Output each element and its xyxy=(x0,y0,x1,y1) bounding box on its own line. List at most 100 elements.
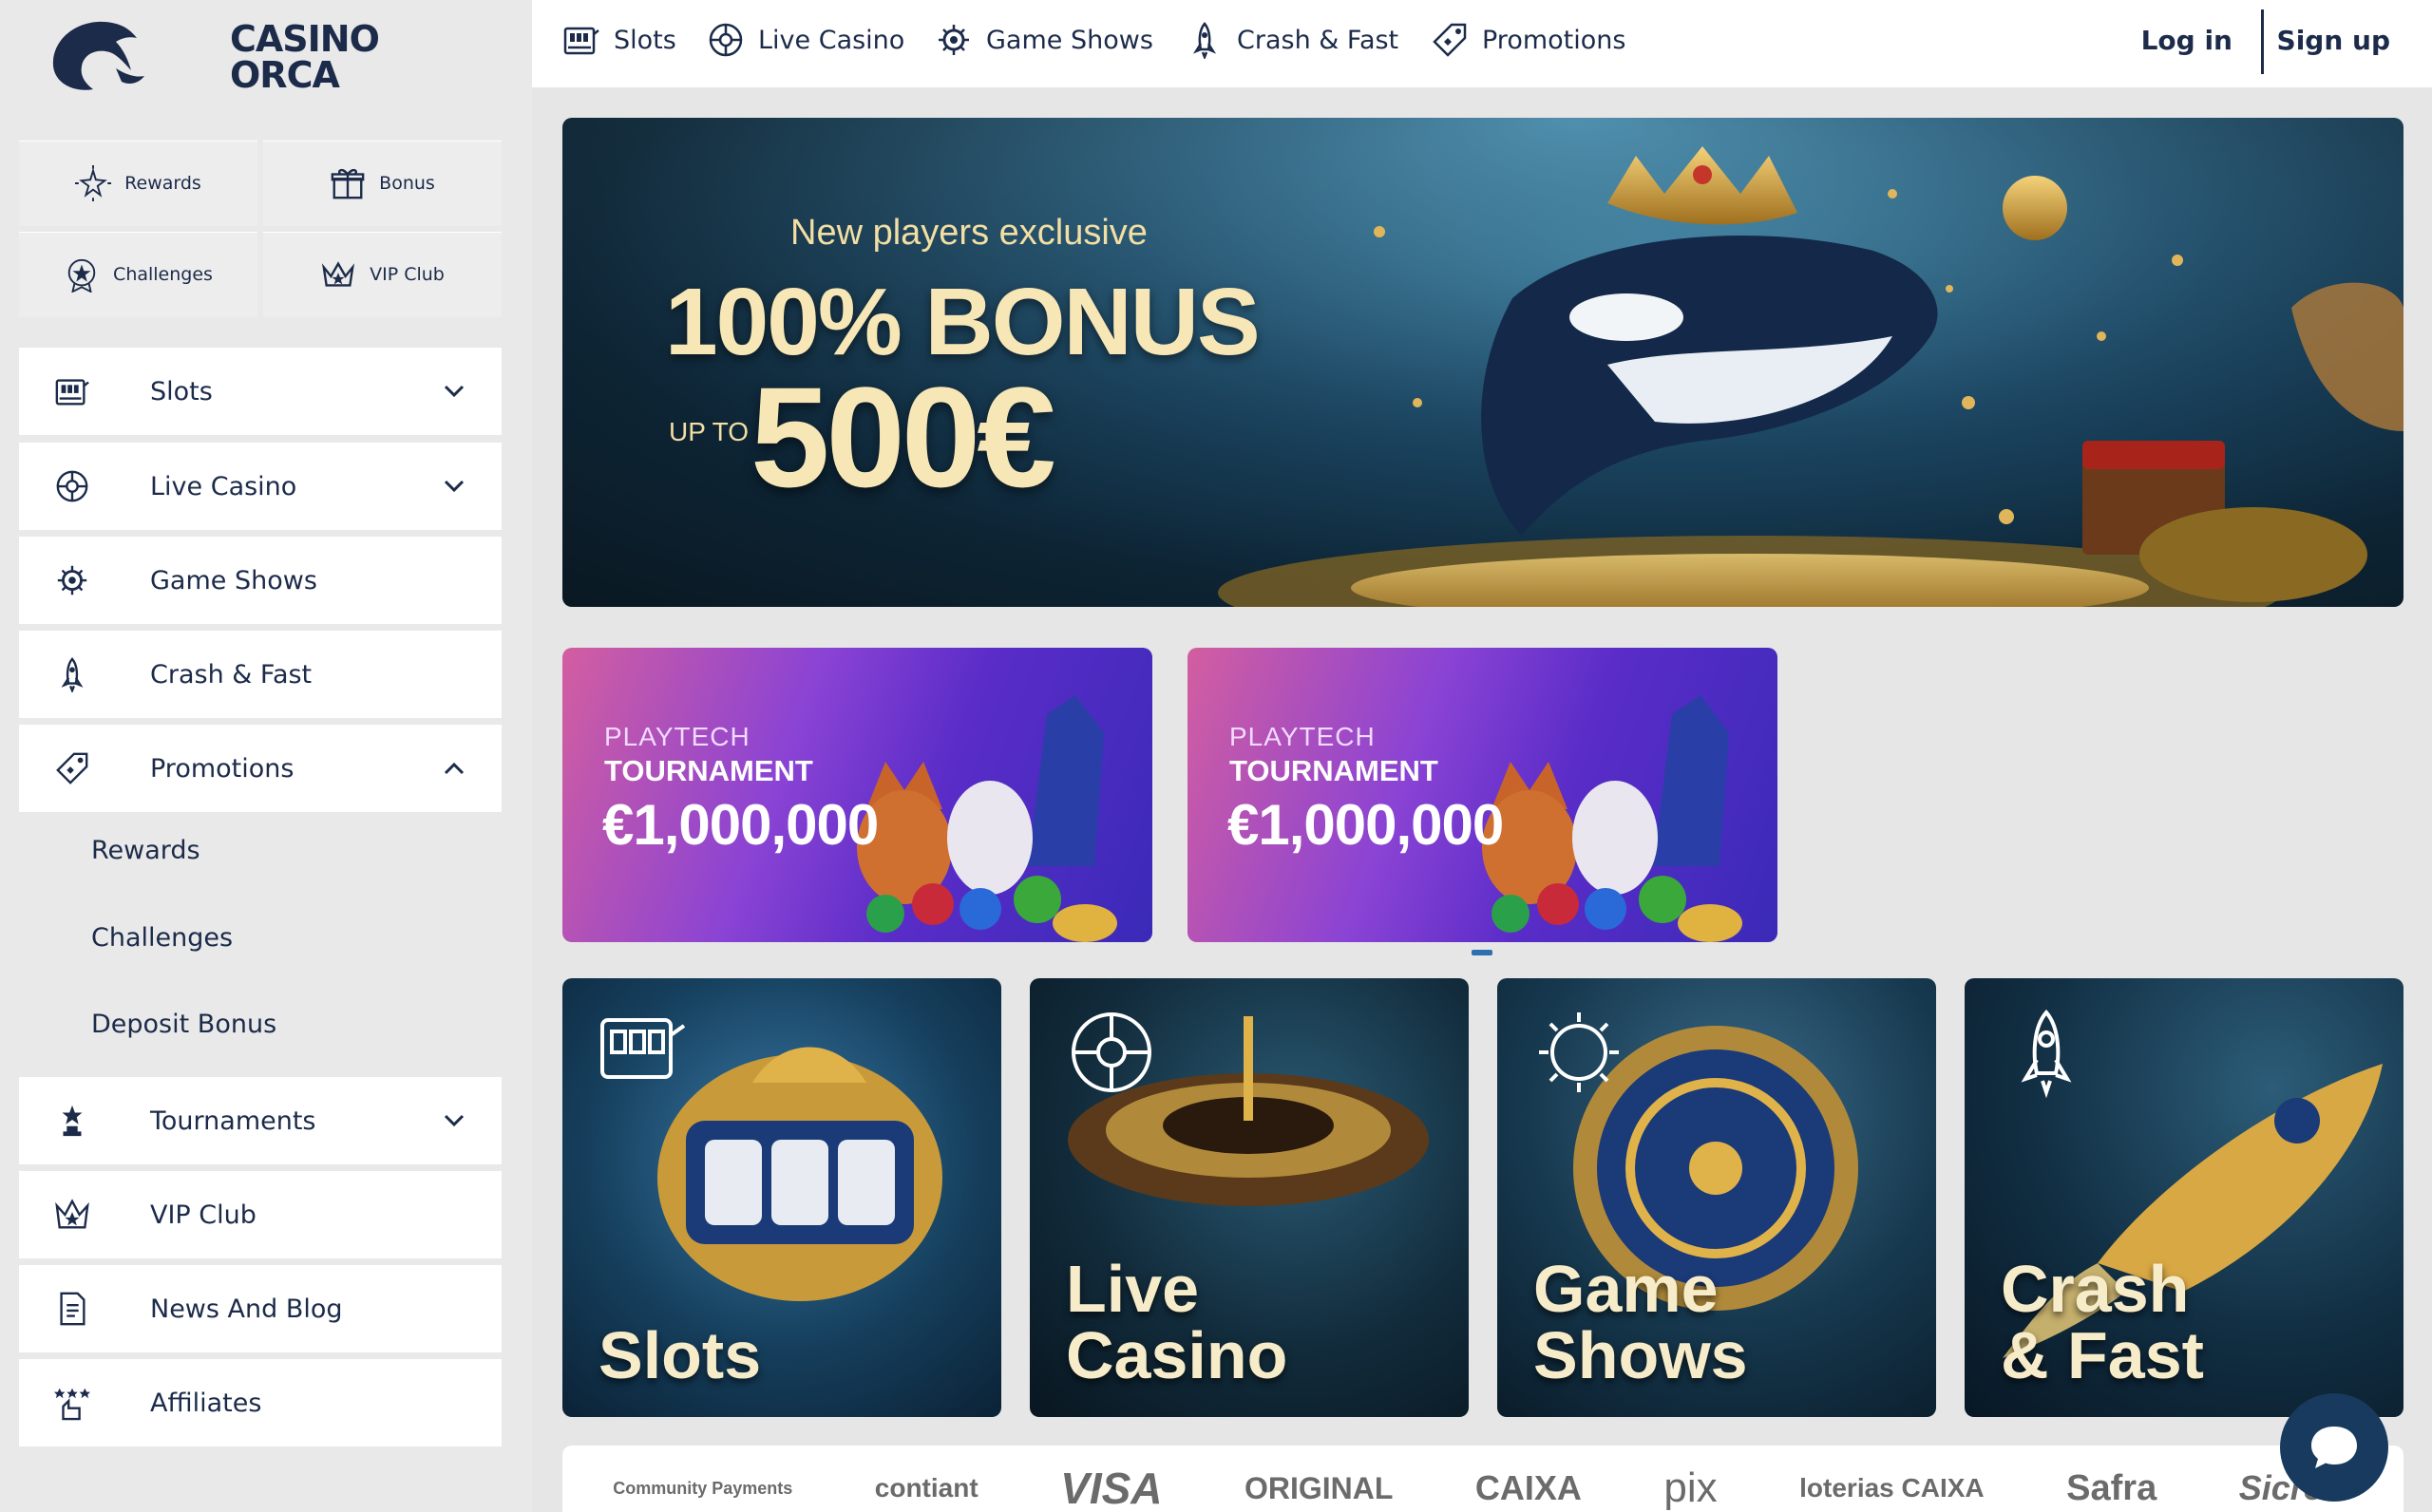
slot-machine-icon-wrap xyxy=(48,367,97,416)
payment-logo-visa: VISA xyxy=(1060,1464,1163,1512)
prize-wheel-icon xyxy=(57,565,87,595)
gift-icon xyxy=(331,168,365,199)
rocket-icon xyxy=(61,657,84,692)
sidebar-item-promotions[interactable]: Promotions xyxy=(19,725,502,812)
slot-machine-icon xyxy=(600,1018,686,1079)
signup-button[interactable]: Sign up xyxy=(2277,25,2390,56)
trophy-icon-wrap xyxy=(48,1096,97,1145)
category-tile-game-shows[interactable]: Game Shows xyxy=(1497,978,1936,1417)
sidebar-item-label: Slots xyxy=(150,376,213,406)
brand-name: CASINO ORCA xyxy=(230,18,380,96)
topnav-label: Crash & Fast xyxy=(1237,25,1399,55)
tournament-brand: PLAYTECH xyxy=(604,722,750,751)
sidebar-item-vip-club[interactable]: VIP Club xyxy=(19,1171,502,1258)
topnav-slots[interactable]: Slots xyxy=(562,21,676,59)
tournament-prize: €1,000,000 xyxy=(1227,793,1504,857)
payment-logo-safra: Safra xyxy=(2066,1467,2157,1508)
chevron-down-icon[interactable] xyxy=(441,473,467,500)
quick-link-label: VIP Club xyxy=(370,264,445,285)
rocket-icon-wrap xyxy=(48,650,97,699)
sidebar-item-label: Tournaments xyxy=(150,1106,316,1136)
sidebar-item-label: News And Blog xyxy=(150,1294,343,1324)
topnav-game-shows[interactable]: Game Shows xyxy=(935,21,1153,59)
wheel-icon-wrap xyxy=(48,556,97,605)
tournament-brand: PLAYTECH xyxy=(1229,722,1376,751)
payment-logo-caixa: CAIXA xyxy=(1474,1468,1582,1507)
sidebar-item-news-blog[interactable]: News And Blog xyxy=(19,1265,502,1352)
payment-logo-original: ORIGINAL xyxy=(1244,1470,1394,1505)
category-tile-crash-fast[interactable]: Crash & Fast xyxy=(1965,978,2404,1417)
tournament-title: TOURNAMENT xyxy=(604,754,813,787)
sidebar-item-crash-fast[interactable]: Crash & Fast xyxy=(19,631,502,718)
quick-link-rewards[interactable]: Rewards xyxy=(19,141,257,226)
carousel-indicator[interactable] xyxy=(1472,950,1492,955)
login-button[interactable]: Log in xyxy=(2141,25,2232,56)
trophy-star-icon xyxy=(62,1105,83,1137)
chat-bubble-icon xyxy=(2311,1427,2357,1468)
sidebar-item-label: Live Casino xyxy=(150,471,297,501)
quick-link-vip-club[interactable]: VIP Club xyxy=(263,232,502,317)
document-icon-wrap xyxy=(48,1284,97,1333)
affiliates-icon-wrap xyxy=(48,1378,97,1427)
category-tile-live-casino[interactable]: Live Casino xyxy=(1030,978,1469,1417)
category-tile-slots[interactable]: Slots xyxy=(562,978,1001,1417)
crown-icon xyxy=(55,1199,89,1229)
category-label: Crash & Fast xyxy=(2001,1252,2204,1392)
quick-link-challenges[interactable]: Challenges xyxy=(19,232,257,317)
topnav-label: Live Casino xyxy=(758,25,905,55)
sidebar-item-affiliates[interactable]: Affiliates xyxy=(19,1359,502,1446)
sidebar-item-game-shows[interactable]: Game Shows xyxy=(19,537,502,624)
tag-icon-wrap xyxy=(48,744,97,793)
star-burst-icon xyxy=(75,165,112,201)
payment-logo-loterias: loterias CAIXA xyxy=(1799,1473,1985,1503)
sidebar-subitem-rewards[interactable]: Rewards xyxy=(91,836,200,865)
hero-subtitle: New players exclusive xyxy=(790,213,1148,253)
roulette-icon xyxy=(709,23,743,57)
payment-logo-community-payments: Community Payments xyxy=(613,1478,793,1498)
sidebar-subitem-challenges[interactable]: Challenges xyxy=(91,923,233,953)
promo-tag-icon xyxy=(56,752,88,784)
sidebar-item-label: Crash & Fast xyxy=(150,659,313,690)
rocket-icon xyxy=(2021,1009,2072,1098)
hero-upto: UP TO xyxy=(669,417,750,446)
crown-icon xyxy=(322,261,355,287)
quick-link-bonus[interactable]: Bonus xyxy=(263,141,502,226)
tournament-banner-2[interactable]: PLAYTECH TOURNAMENT €1,000,000 xyxy=(1188,648,1777,942)
category-label: Live Casino xyxy=(1066,1252,1288,1392)
payment-logo-pix: pix xyxy=(1663,1465,1718,1511)
sidebar-subitem-deposit-bonus[interactable]: Deposit Bonus xyxy=(91,1010,276,1039)
win-badge-icon xyxy=(1539,1012,1619,1092)
tournament-prize: €1,000,000 xyxy=(602,793,879,857)
topnav-label: Slots xyxy=(614,25,676,55)
topnav-promotions[interactable]: Promotions xyxy=(1431,21,1625,59)
topnav-crash-fast[interactable]: Crash & Fast xyxy=(1186,21,1398,59)
topnav-live-casino[interactable]: Live Casino xyxy=(707,21,904,59)
affiliates-icon xyxy=(54,1388,90,1421)
chevron-up-icon[interactable] xyxy=(441,755,467,782)
sidebar-item-tournaments[interactable]: Tournaments xyxy=(19,1077,502,1164)
hero-banner[interactable]: New players exclusive 100% BONUS UP TO 5… xyxy=(562,118,2404,607)
casino-logo[interactable]: CASINO ORCA xyxy=(46,15,380,97)
sidebar-item-live-casino[interactable]: Live Casino xyxy=(19,443,502,530)
roulette-icon xyxy=(56,470,88,502)
payment-methods-strip: Community Payments contiant VISA ORIGINA… xyxy=(562,1446,2404,1512)
topnav-label: Promotions xyxy=(1482,25,1626,55)
tournament-banner-1[interactable]: PLAYTECH TOURNAMENT €1,000,000 xyxy=(562,648,1152,942)
promo-tag-icon xyxy=(1433,23,1467,57)
chevron-down-icon[interactable] xyxy=(441,378,467,405)
roulette-icon-wrap xyxy=(48,462,97,511)
sidebar: CASINO ORCA Rewards Bonus Challenges VIP… xyxy=(0,0,532,1512)
document-icon xyxy=(60,1292,86,1326)
quick-link-label: Challenges xyxy=(113,264,213,285)
prize-wheel-icon xyxy=(939,25,969,55)
tournament-title: TOURNAMENT xyxy=(1229,754,1438,787)
quick-links: Rewards Bonus Challenges VIP Club xyxy=(19,141,502,317)
sidebar-item-label: VIP Club xyxy=(150,1200,256,1230)
category-label: Slots xyxy=(598,1318,762,1392)
sidebar-item-slots[interactable]: Slots xyxy=(19,348,502,435)
chevron-down-icon[interactable] xyxy=(441,1107,467,1134)
sidebar-item-label: Affiliates xyxy=(150,1388,262,1418)
live-chat-button[interactable] xyxy=(2280,1393,2388,1502)
quick-link-label: Rewards xyxy=(124,173,201,194)
slot-machine-icon xyxy=(563,27,599,55)
